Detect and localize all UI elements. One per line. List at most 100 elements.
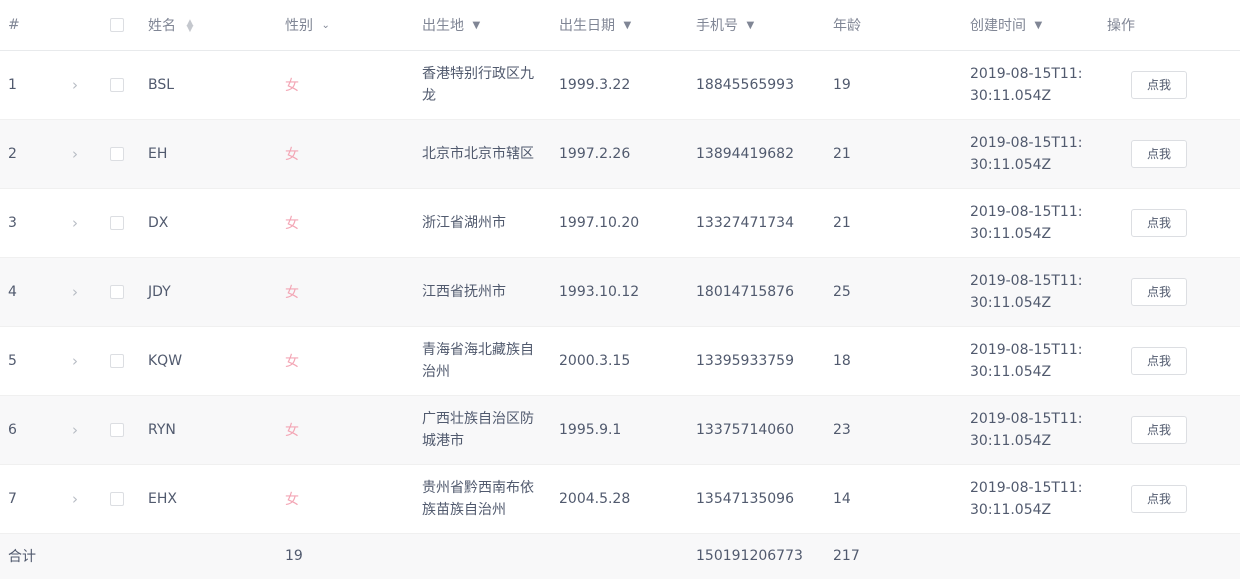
- select-cell[interactable]: [102, 395, 140, 464]
- caret-down-icon[interactable]: ▼: [1034, 20, 1042, 31]
- cell-name: BSL: [148, 76, 175, 93]
- click-me-button[interactable]: 点我: [1131, 484, 1187, 513]
- summary-empty: [140, 533, 277, 579]
- row-checkbox[interactable]: [110, 353, 124, 368]
- expand-cell[interactable]: ›: [58, 119, 102, 188]
- summary-row: 合计 19 150191206773 217: [0, 533, 1240, 579]
- cell-birthdate: 1993.10.12: [559, 283, 640, 300]
- summary-empty: [102, 533, 140, 579]
- cell-phone: 13547135096: [696, 490, 794, 507]
- click-me-button[interactable]: 点我: [1131, 346, 1187, 375]
- table-row: 1 › BSL 女 香港特别行政区九龙 1999.3.22 1884556599…: [0, 50, 1240, 119]
- cell-index: 7: [8, 490, 17, 507]
- table-row: 3 › DX 女 浙江省湖州市 1997.10.20 13327471734 2…: [0, 188, 1240, 257]
- select-cell[interactable]: [102, 257, 140, 326]
- cell-phone: 13375714060: [696, 421, 794, 438]
- expand-cell[interactable]: ›: [58, 188, 102, 257]
- created-text: 2019-08-15T11:30:11.054Z: [970, 65, 1083, 104]
- cell-age: 25: [833, 283, 851, 300]
- row-checkbox[interactable]: [110, 284, 124, 299]
- cell-age: 21: [833, 145, 851, 162]
- cell-name: KQW: [148, 352, 183, 369]
- header-action: 操作: [1099, 0, 1240, 51]
- cell-gender: 女: [285, 146, 299, 163]
- expand-cell[interactable]: ›: [58, 395, 102, 464]
- cell-gender: 女: [285, 77, 299, 94]
- chevron-right-icon[interactable]: ›: [66, 145, 78, 163]
- table-header: # 姓名 ▲ ▼ 性别 ⌄ 出生地 ▼ 出生日期 ▼ 手机号 ▼ 年龄 创建时间…: [0, 0, 1240, 51]
- select-cell[interactable]: [102, 464, 140, 533]
- cell-age: 18: [833, 352, 851, 369]
- chevron-down-icon[interactable]: ⌄: [321, 20, 329, 31]
- select-cell[interactable]: [102, 50, 140, 119]
- header-gender[interactable]: 性别 ⌄: [277, 0, 414, 51]
- cell-action: 点我: [1099, 188, 1240, 257]
- expand-cell[interactable]: ›: [58, 257, 102, 326]
- row-checkbox[interactable]: [110, 146, 124, 161]
- cell-gender: 女: [285, 284, 299, 301]
- expand-cell[interactable]: ›: [58, 50, 102, 119]
- cell-gender: 女: [285, 491, 299, 508]
- header-expand: [58, 0, 102, 51]
- expand-cell[interactable]: ›: [58, 326, 102, 395]
- select-cell[interactable]: [102, 326, 140, 395]
- cell-name: JDY: [148, 283, 171, 300]
- table-row: 7 › EHX 女 贵州省黔西南布依族苗族自治州 2004.5.28 13547…: [0, 464, 1240, 533]
- sort-icon[interactable]: ▲ ▼: [186, 18, 193, 33]
- click-me-button[interactable]: 点我: [1131, 139, 1187, 168]
- click-me-button[interactable]: 点我: [1131, 70, 1187, 99]
- cell-name: EH: [148, 145, 168, 162]
- cell-birthplace: 北京市北京市辖区: [414, 119, 551, 188]
- row-checkbox[interactable]: [110, 422, 124, 437]
- cell-action: 点我: [1099, 395, 1240, 464]
- cell-birthdate: 1997.2.26: [559, 145, 631, 162]
- cell-action: 点我: [1099, 119, 1240, 188]
- select-cell[interactable]: [102, 188, 140, 257]
- row-checkbox[interactable]: [110, 491, 124, 506]
- cell-birthdate: 2004.5.28: [559, 490, 631, 507]
- header-age: 年龄: [825, 0, 962, 51]
- caret-down-icon[interactable]: ▼: [472, 20, 480, 31]
- caret-down-icon[interactable]: ▼: [746, 20, 754, 31]
- summary-empty: [962, 533, 1099, 579]
- created-text: 2019-08-15T11:30:11.054Z: [970, 203, 1083, 242]
- header-birthdate[interactable]: 出生日期 ▼: [551, 0, 688, 51]
- created-text: 2019-08-15T11:30:11.054Z: [970, 479, 1083, 518]
- chevron-right-icon[interactable]: ›: [66, 490, 78, 508]
- click-me-button[interactable]: 点我: [1131, 208, 1187, 237]
- cell-index: 5: [8, 352, 17, 369]
- expand-cell[interactable]: ›: [58, 464, 102, 533]
- header-birthdate-label: 出生日期: [559, 17, 615, 34]
- cell-birthplace: 贵州省黔西南布依族苗族自治州: [414, 464, 551, 533]
- chevron-right-icon[interactable]: ›: [66, 283, 78, 301]
- chevron-right-icon[interactable]: ›: [66, 76, 78, 94]
- header-birthplace[interactable]: 出生地 ▼: [414, 0, 551, 51]
- row-checkbox[interactable]: [110, 77, 124, 92]
- cell-action: 点我: [1099, 326, 1240, 395]
- select-all-checkbox[interactable]: [110, 17, 124, 32]
- select-cell[interactable]: [102, 119, 140, 188]
- click-me-button[interactable]: 点我: [1131, 415, 1187, 444]
- row-checkbox[interactable]: [110, 215, 124, 230]
- header-name[interactable]: 姓名 ▲ ▼: [140, 0, 277, 51]
- chevron-right-icon[interactable]: ›: [66, 214, 78, 232]
- header-created[interactable]: 创建时间 ▼: [962, 0, 1099, 51]
- cell-gender: 女: [285, 422, 299, 439]
- cell-index: 6: [8, 421, 17, 438]
- caret-down-icon[interactable]: ▼: [623, 20, 631, 31]
- chevron-right-icon[interactable]: ›: [66, 352, 78, 370]
- chevron-right-icon[interactable]: ›: [66, 421, 78, 439]
- cell-created: 2019-08-15T11:30:11.054Z: [962, 395, 1099, 464]
- cell-birthplace: 香港特别行政区九龙: [414, 50, 551, 119]
- cell-created: 2019-08-15T11:30:11.054Z: [962, 257, 1099, 326]
- cell-birthdate: 1999.3.22: [559, 76, 631, 93]
- summary-label: 合计: [8, 549, 36, 566]
- header-phone[interactable]: 手机号 ▼: [688, 0, 825, 51]
- cell-created: 2019-08-15T11:30:11.054Z: [962, 464, 1099, 533]
- summary-empty: [414, 533, 551, 579]
- table-row: 5 › KQW 女 青海省海北藏族自治州 2000.3.15 133959337…: [0, 326, 1240, 395]
- cell-birthplace: 江西省抚州市: [414, 257, 551, 326]
- click-me-button[interactable]: 点我: [1131, 277, 1187, 306]
- cell-birthplace: 浙江省湖州市: [414, 188, 551, 257]
- header-birthplace-label: 出生地: [422, 17, 464, 34]
